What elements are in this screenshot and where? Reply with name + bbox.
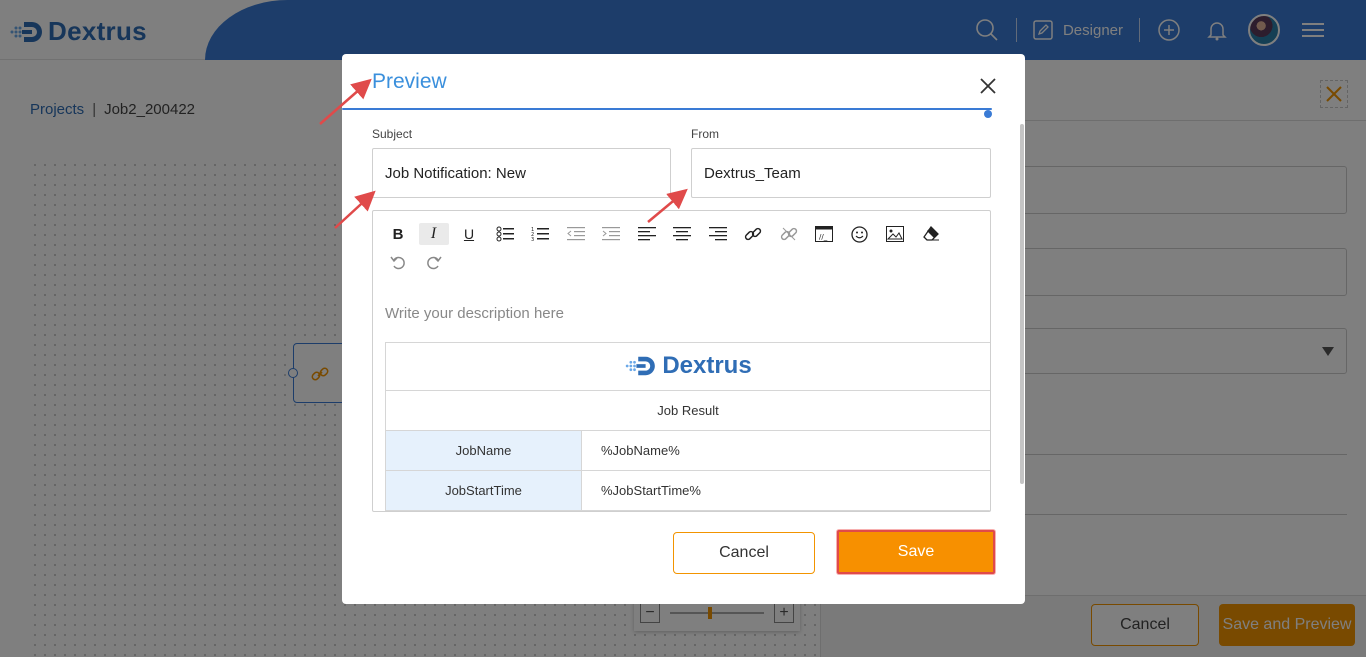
editor-placeholder: Write your description here <box>385 305 564 322</box>
email-brand-cell: Dextrus <box>385 342 990 391</box>
close-icon[interactable] <box>976 74 1000 98</box>
rich-text-editor[interactable]: B I U 123 //_ Write your description her… <box>372 210 991 512</box>
eraser-icon[interactable] <box>916 223 946 245</box>
table-value-cell: %JobStartTime% <box>581 470 990 511</box>
modal-title-divider <box>342 108 992 110</box>
table-row: JobStartTime %JobStartTime% <box>385 470 990 511</box>
from-input[interactable] <box>691 148 991 198</box>
save-button[interactable]: Save <box>837 530 995 574</box>
svg-text://_: //_ <box>819 233 828 241</box>
editor-toolbar: B I U 123 //_ <box>383 223 973 273</box>
email-template-table: Dextrus Job Result JobName %JobName% Job… <box>385 342 990 511</box>
email-logo-text: Dextrus <box>662 352 752 379</box>
align-right-icon[interactable] <box>703 223 733 245</box>
emoji-icon[interactable] <box>845 223 875 245</box>
from-label: From <box>691 127 719 141</box>
link-icon[interactable] <box>738 223 768 245</box>
outdent-icon[interactable] <box>561 223 591 245</box>
indent-icon[interactable] <box>596 223 626 245</box>
italic-icon[interactable]: I <box>418 223 449 245</box>
bold-icon[interactable]: B <box>383 223 413 245</box>
code-view-icon[interactable]: //_ <box>809 223 839 245</box>
table-key-cell: JobStartTime <box>385 470 582 511</box>
image-icon[interactable] <box>880 223 910 245</box>
numbered-list-icon[interactable]: 123 <box>525 223 555 245</box>
align-center-icon[interactable] <box>667 223 697 245</box>
dextrus-logo-icon <box>626 356 656 376</box>
subject-label: Subject <box>372 127 413 141</box>
unlink-icon[interactable] <box>774 223 804 245</box>
cancel-button[interactable]: Cancel <box>673 532 815 574</box>
svg-text:3: 3 <box>531 237 534 242</box>
table-row: JobName %JobName% <box>385 430 990 471</box>
modal-divider-dot <box>984 110 992 118</box>
undo-icon[interactable] <box>383 251 413 273</box>
table-key-cell: JobName <box>385 430 582 471</box>
underline-icon[interactable]: U <box>454 223 484 245</box>
bullet-list-icon[interactable] <box>490 223 520 245</box>
align-left-icon[interactable] <box>632 223 662 245</box>
subject-input[interactable] <box>372 148 671 198</box>
redo-icon[interactable] <box>419 251 449 273</box>
email-heading: Job Result <box>385 390 990 431</box>
preview-modal: Preview Subject From B I U 123 <box>342 54 1025 604</box>
table-value-cell: %JobName% <box>581 430 990 471</box>
email-logo: Dextrus <box>624 352 752 380</box>
modal-scrollbar[interactable] <box>1020 124 1024 484</box>
modal-title: Preview <box>372 70 447 93</box>
